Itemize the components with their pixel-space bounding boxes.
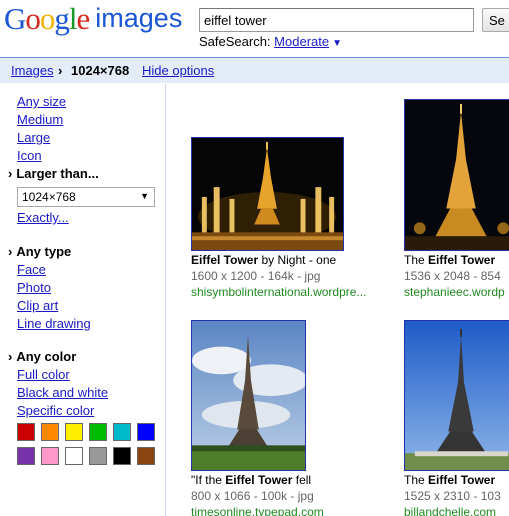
breadcrumb: Images › 1024×768 Hide options — [0, 57, 509, 83]
result-thumbnail[interactable] — [191, 320, 306, 471]
result-thumbnail[interactable] — [404, 320, 509, 471]
result-thumbnail[interactable] — [191, 137, 344, 251]
filter-line-drawing[interactable]: Line drawing — [17, 316, 91, 332]
breadcrumb-images-link[interactable]: Images — [11, 63, 54, 78]
logo-letter: e — [76, 1, 91, 36]
filter-larger-than-label: Larger than... — [16, 166, 99, 181]
filter-full-color[interactable]: Full color — [17, 367, 70, 383]
color-swatch[interactable] — [89, 423, 107, 441]
larger-than-select-value: 1024×768 — [22, 190, 76, 204]
color-swatch[interactable] — [113, 447, 131, 465]
selected-bullet-icon: › — [8, 349, 13, 364]
filter-face[interactable]: Face — [17, 262, 46, 278]
eiffel-day-blue-sky-image — [405, 321, 509, 470]
color-swatch[interactable] — [65, 447, 83, 465]
filter-larger-than-selected: › Larger than... — [8, 166, 99, 182]
search-input[interactable] — [199, 8, 474, 32]
result-meta: 1525 x 2310 - 103 — [404, 489, 501, 503]
filter-any-size[interactable]: Any size — [17, 94, 66, 110]
safesearch: SafeSearch: Moderate ▼ — [199, 34, 342, 49]
color-swatch[interactable] — [137, 423, 155, 441]
filter-any-type-selected: › Any type — [8, 244, 71, 260]
filter-icon[interactable]: Icon — [17, 148, 42, 164]
result-title[interactable]: Eiffel Tower by Night - one — [191, 252, 336, 268]
filter-any-color-selected: › Any color — [8, 349, 76, 365]
color-swatch[interactable] — [65, 423, 83, 441]
safesearch-label: SafeSearch: — [199, 34, 271, 49]
filter-clip-art[interactable]: Clip art — [17, 298, 58, 314]
logo-letter: l — [68, 1, 78, 36]
result-thumbnail[interactable] — [404, 99, 509, 251]
color-swatch[interactable] — [41, 447, 59, 465]
result-title[interactable]: The Eiffel Tower — [404, 472, 495, 488]
selected-bullet-icon: › — [8, 244, 13, 259]
selected-bullet-icon: › — [8, 166, 13, 181]
filter-any-type-label: Any type — [16, 244, 72, 259]
eiffel-night-fountain-image — [192, 138, 343, 250]
larger-than-select[interactable]: 1024×768 ▼ — [17, 187, 155, 207]
sidebar-filters: Any size Medium Large Icon › Larger than.… — [0, 84, 166, 516]
color-swatch[interactable] — [137, 447, 155, 465]
logo-letter: o — [25, 1, 40, 36]
result-meta: 1536 x 2048 - 854 — [404, 269, 501, 283]
filter-specific-color[interactable]: Specific color — [17, 403, 94, 419]
color-swatch[interactable] — [89, 447, 107, 465]
breadcrumb-size: 1024×768 — [71, 63, 130, 78]
chevron-down-icon[interactable]: ▼ — [332, 38, 342, 49]
eiffel-day-cloudy-image — [192, 321, 305, 470]
breadcrumb-separator: › — [58, 63, 63, 78]
filter-photo[interactable]: Photo — [17, 280, 51, 296]
result-site[interactable]: billandchelle.com — [404, 504, 496, 516]
result-site[interactable]: shisymbolinternational.wordpre... — [191, 284, 366, 300]
result-site[interactable]: timesonline.typepad.com — [191, 504, 324, 516]
filter-exactly[interactable]: Exactly... — [17, 210, 69, 226]
color-swatch[interactable] — [17, 423, 35, 441]
header: Googleimages Se SafeSearch: Moderate▼ — [0, 0, 509, 56]
result-site[interactable]: stephanieec.wordp — [404, 284, 505, 300]
logo-word: images — [95, 3, 183, 33]
filter-medium[interactable]: Medium — [17, 112, 63, 128]
filter-black-and-white[interactable]: Black and white — [17, 385, 108, 401]
result-title[interactable]: The Eiffel Tower — [404, 252, 495, 268]
result-title[interactable]: "If the Eiffel Tower fell — [191, 472, 311, 488]
filter-large[interactable]: Large — [17, 130, 50, 146]
eiffel-night-image — [405, 100, 509, 250]
google-images-logo[interactable]: Google images — [4, 2, 182, 37]
hide-options-link[interactable]: Hide options — [142, 63, 214, 78]
safesearch-value-link[interactable]: Moderate — [274, 34, 329, 49]
color-swatch[interactable] — [113, 423, 131, 441]
search-button[interactable]: Se — [482, 8, 509, 32]
logo-letter: g — [54, 1, 69, 36]
dropdown-arrow-icon: ▼ — [140, 191, 149, 201]
color-swatch[interactable] — [17, 447, 35, 465]
filter-any-color-label: Any color — [16, 349, 77, 364]
result-meta: 1600 x 1200 - 164k - jpg — [191, 269, 321, 283]
color-swatch[interactable] — [41, 423, 59, 441]
logo-letter: G — [4, 1, 26, 36]
logo-letter: o — [39, 1, 55, 36]
result-meta: 800 x 1066 - 100k - jpg — [191, 489, 314, 503]
